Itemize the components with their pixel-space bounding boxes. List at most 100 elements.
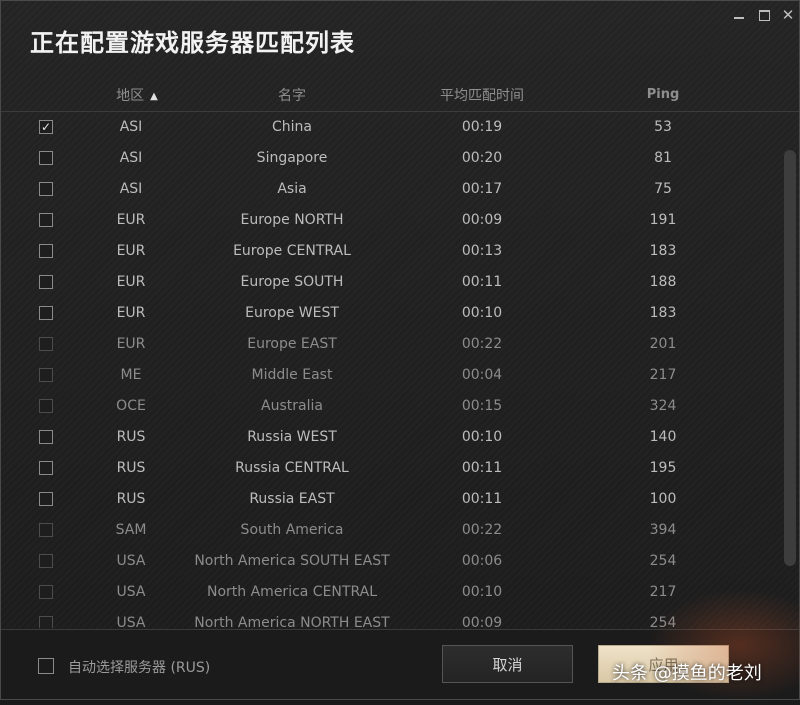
server-avg-time: 00:11 <box>461 274 503 290</box>
server-ping: 53 <box>654 119 672 135</box>
column-header-ping[interactable]: Ping <box>647 87 680 102</box>
server-row[interactable]: RUS Russia EAST 00:11 100 <box>1 484 779 515</box>
server-ping: 201 <box>649 336 677 352</box>
server-name: Europe CENTRAL <box>233 243 351 259</box>
server-region: RUS <box>116 429 146 445</box>
close-icon[interactable]: ✕ <box>780 7 796 23</box>
server-row[interactable]: USA North America SOUTH EAST 00:06 254 <box>1 546 779 577</box>
server-checkbox[interactable] <box>39 554 53 568</box>
server-checkbox[interactable] <box>39 616 53 628</box>
server-row[interactable]: EUR Europe WEST 00:10 183 <box>1 298 779 329</box>
server-row[interactable]: EUR Europe NORTH 00:09 191 <box>1 205 779 236</box>
column-header-avg-time[interactable]: 平均匹配时间 <box>440 85 524 105</box>
server-ping: 183 <box>649 305 677 321</box>
server-avg-time: 00:06 <box>461 553 503 569</box>
auto-select-label: 自动选择服务器 (RUS) <box>68 660 211 676</box>
server-row[interactable]: RUS Russia CENTRAL 00:11 195 <box>1 453 779 484</box>
server-checkbox[interactable] <box>39 182 53 196</box>
server-checkbox[interactable] <box>39 275 53 289</box>
server-region: ASI <box>119 150 143 166</box>
apply-button[interactable]: 应用 <box>598 645 729 683</box>
server-ping: 217 <box>649 584 677 600</box>
server-avg-time: 00:09 <box>461 212 503 228</box>
scrollbar-thumb[interactable] <box>784 150 796 566</box>
server-ping: 254 <box>649 553 677 569</box>
column-header-region-label: 地区 <box>116 88 145 104</box>
auto-select-checkbox[interactable] <box>38 658 54 674</box>
server-ping: 324 <box>649 398 677 414</box>
server-row[interactable]: USA North America NORTH EAST 00:09 254 <box>1 608 779 628</box>
server-row[interactable]: EUR Europe CENTRAL 00:13 183 <box>1 236 779 267</box>
footer: 自动选择服务器 (RUS) 取消 应用 <box>1 629 799 699</box>
server-list-window: 正在配置游戏服务器匹配列表 ✕ 地区 ▲ 名字 平均匹配时间 Ping ✓ ASI C… <box>0 0 800 700</box>
server-row[interactable]: SAM South America 00:22 394 <box>1 515 779 546</box>
server-name: South America <box>240 522 344 538</box>
server-row[interactable]: EUR Europe EAST 00:22 201 <box>1 329 779 360</box>
server-ping: 191 <box>649 212 677 228</box>
server-name: Europe EAST <box>247 336 337 352</box>
column-header-region[interactable]: 地区 ▲ <box>116 85 158 105</box>
server-region: EUR <box>116 274 146 290</box>
server-avg-time: 00:17 <box>461 181 503 197</box>
server-list: ✓ ASI China 00:19 53 ASI Singapore 00:20 81 ASI As… <box>1 112 779 628</box>
server-avg-time: 00:22 <box>461 522 503 538</box>
server-checkbox[interactable] <box>39 523 53 537</box>
table-header: 地区 ▲ 名字 平均匹配时间 Ping <box>1 81 799 112</box>
server-checkbox[interactable] <box>39 213 53 227</box>
server-avg-time: 00:10 <box>461 584 503 600</box>
server-checkbox[interactable] <box>39 461 53 475</box>
server-checkbox[interactable] <box>39 306 53 320</box>
server-row[interactable]: RUS Russia WEST 00:10 140 <box>1 422 779 453</box>
server-avg-time: 00:20 <box>461 150 503 166</box>
server-ping: 254 <box>649 615 677 628</box>
server-checkbox[interactable]: ✓ <box>39 120 53 134</box>
server-name: North America CENTRAL <box>207 584 377 600</box>
server-region: RUS <box>116 460 146 476</box>
server-row[interactable]: ASI Singapore 00:20 81 <box>1 143 779 174</box>
cancel-button[interactable]: 取消 <box>442 645 573 683</box>
server-row[interactable]: ASI Asia 00:17 75 <box>1 174 779 205</box>
server-avg-time: 00:11 <box>461 460 503 476</box>
minimize-icon[interactable] <box>731 7 747 23</box>
server-row[interactable]: OCE Australia 00:15 324 <box>1 391 779 422</box>
server-region: EUR <box>116 336 146 352</box>
column-header-name[interactable]: 名字 <box>278 85 306 105</box>
server-name: Europe NORTH <box>240 212 344 228</box>
server-avg-time: 00:10 <box>461 429 503 445</box>
maximize-icon[interactable] <box>756 7 772 23</box>
server-avg-time: 00:10 <box>461 305 503 321</box>
server-ping: 100 <box>649 491 677 507</box>
scrollbar[interactable] <box>783 112 797 628</box>
server-checkbox[interactable] <box>39 244 53 258</box>
server-name: Europe WEST <box>245 305 339 321</box>
server-checkbox[interactable] <box>39 337 53 351</box>
server-row[interactable]: EUR Europe SOUTH 00:11 188 <box>1 267 779 298</box>
server-region: EUR <box>116 212 146 228</box>
server-avg-time: 00:13 <box>461 243 503 259</box>
server-checkbox[interactable] <box>39 399 53 413</box>
server-checkbox[interactable] <box>39 430 53 444</box>
server-checkbox[interactable] <box>39 492 53 506</box>
server-name: North America NORTH EAST <box>194 615 390 628</box>
server-checkbox[interactable] <box>39 368 53 382</box>
server-checkbox[interactable] <box>39 585 53 599</box>
server-checkbox[interactable] <box>39 151 53 165</box>
server-avg-time: 00:19 <box>461 119 503 135</box>
server-avg-time: 00:04 <box>461 367 503 383</box>
server-name: Singapore <box>256 150 328 166</box>
server-row[interactable]: USA North America CENTRAL 00:10 217 <box>1 577 779 608</box>
server-row[interactable]: ✓ ASI China 00:19 53 <box>1 112 779 143</box>
server-region: EUR <box>116 305 146 321</box>
server-avg-time: 00:15 <box>461 398 503 414</box>
server-ping: 140 <box>649 429 677 445</box>
server-region: ASI <box>119 181 143 197</box>
server-name: Australia <box>261 398 323 414</box>
server-ping: 394 <box>649 522 677 538</box>
server-region: EUR <box>116 243 146 259</box>
server-ping: 75 <box>654 181 672 197</box>
server-name: Russia WEST <box>247 429 337 445</box>
server-row[interactable]: ME Middle East 00:04 217 <box>1 360 779 391</box>
window-title: 正在配置游戏服务器匹配列表 <box>30 29 355 57</box>
server-region: SAM <box>115 522 147 538</box>
server-region: OCE <box>116 398 146 414</box>
